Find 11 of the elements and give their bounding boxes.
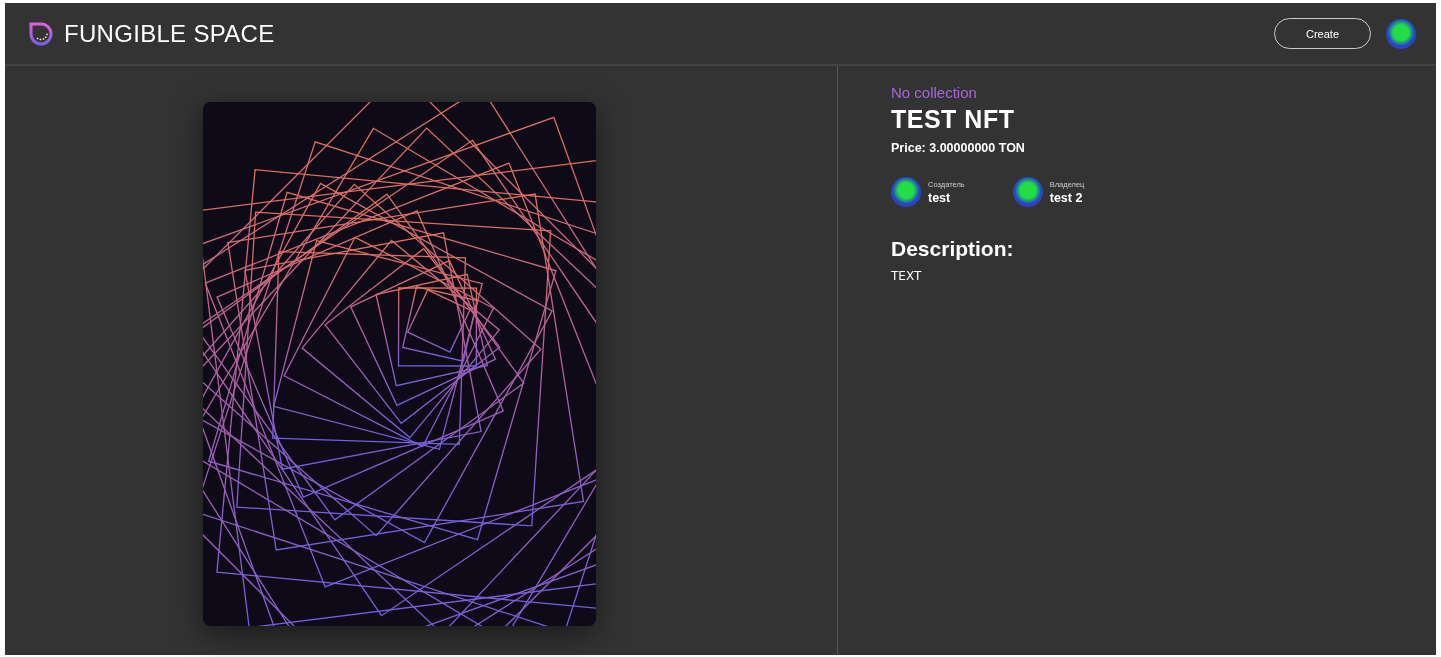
logo-icon	[28, 20, 54, 47]
description-text: TEXT	[891, 269, 923, 283]
avatar-icon[interactable]	[1386, 18, 1416, 49]
nft-title: TEST NFT	[891, 105, 1016, 134]
description-heading: Description:	[891, 237, 1015, 261]
avatar-icon[interactable]	[1012, 177, 1043, 207]
user-name[interactable]: test	[928, 190, 965, 205]
avatar-icon[interactable]	[891, 177, 921, 207]
user-name[interactable]: test 2	[1049, 190, 1085, 205]
logo-text: FUNGIBLE SPACE	[64, 19, 275, 48]
price-label: Price: 3.00000000 TON	[891, 141, 1026, 155]
